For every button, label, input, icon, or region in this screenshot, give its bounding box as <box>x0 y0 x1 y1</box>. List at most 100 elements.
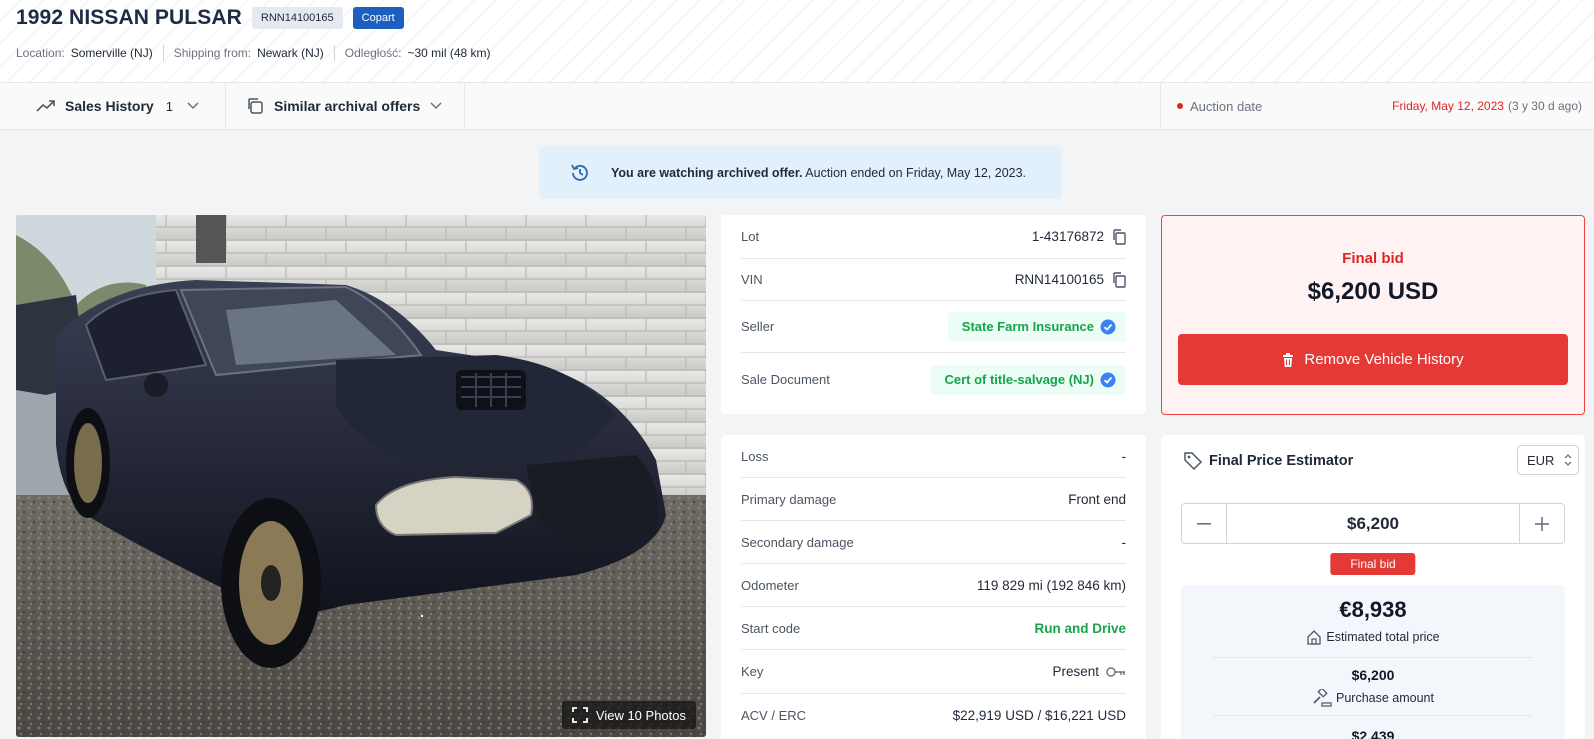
vin-row: VIN RNN14100165 <box>741 259 1126 301</box>
tab-sales-history[interactable]: Sales History 1 <box>0 83 226 129</box>
home-icon <box>1307 630 1322 645</box>
divider <box>162 45 164 61</box>
key-icon <box>1106 666 1125 677</box>
copy-icon[interactable] <box>1112 271 1126 288</box>
stepper-value[interactable]: $6,200 <box>1226 504 1520 543</box>
seller-value: State Farm Insurance <box>961 319 1094 334</box>
lot-label: Lot <box>741 229 760 244</box>
decrement-button[interactable] <box>1182 504 1226 543</box>
sale-document-value: Cert of title-salvage (NJ) <box>944 372 1094 387</box>
plus-icon <box>1535 516 1549 531</box>
view-photos-button[interactable]: View 10 Photos <box>561 701 696 729</box>
notice-bold: You are watching archived offer. <box>611 165 803 180</box>
auction-date-box: Auction date Friday, May 12, 2023 (3 y 30… <box>1160 83 1594 129</box>
divider <box>1213 715 1533 716</box>
start-code-row: Start code Run and Drive <box>741 607 1126 650</box>
history-icon <box>571 164 588 181</box>
auction-ago: (3 y 30 d ago) <box>1507 99 1582 113</box>
secondary-damage-row: Secondary damage - <box>741 521 1126 564</box>
loss-row: Loss - <box>741 435 1126 478</box>
chevron-updown-icon <box>1564 454 1572 466</box>
auction-date-label: Auction date <box>1190 98 1263 114</box>
chevron-down-icon <box>187 102 199 110</box>
start-code-label: Start code <box>741 620 801 636</box>
shipping-label: Shipping from: <box>173 46 252 60</box>
primary-damage-value: Front end <box>1068 491 1126 507</box>
acv-value: $22,919 USD / $16,221 USD <box>952 708 1126 723</box>
vin-chip[interactable]: RNN14100165 <box>251 7 343 29</box>
trending-up-icon <box>36 100 55 112</box>
location-row: Location: Somerville (NJ) Shipping from:… <box>16 45 491 61</box>
divider <box>333 45 335 61</box>
tab-similar-offers[interactable]: Similar archival offers <box>226 83 465 129</box>
distance-value: ~30 mil (48 km) <box>407 46 491 60</box>
estimator-title-text: Final Price Estimator <box>1209 453 1354 469</box>
vin-number: RNN14100165 <box>1014 272 1104 287</box>
sales-history-count: 1 <box>165 98 173 114</box>
currency-value: EUR <box>1527 452 1555 468</box>
auction-date-value: Friday, May 12, 2023 (3 y 30 d ago) <box>1392 99 1582 113</box>
status-dot <box>1177 103 1183 109</box>
acv-row: ACV / ERC $22,919 USD / $16,221 USD <box>741 694 1126 737</box>
verified-icon <box>1100 319 1116 334</box>
view-photos-label: View 10 Photos <box>595 707 686 723</box>
vin-label: VIN <box>741 272 763 287</box>
source-chip[interactable]: Copart <box>352 7 404 29</box>
sale-document-row: Sale Document Cert of title-salvage (NJ) <box>741 353 1126 406</box>
seller-row: Seller State Farm Insurance <box>741 301 1126 353</box>
primary-damage-row: Primary damage Front end <box>741 478 1126 521</box>
key-row: Key Present <box>741 650 1126 694</box>
key-label: Key <box>741 664 764 679</box>
tab-sales-history-label: Sales History <box>65 98 154 114</box>
bid-stepper: $6,200 <box>1181 503 1565 544</box>
car-image <box>16 215 706 737</box>
loss-value: - <box>1121 448 1127 464</box>
final-bid-badge: Final bid <box>1330 553 1416 575</box>
estimator-title: Final Price Estimator <box>1183 451 1353 471</box>
final-bid-card: Final bid $6,200 USD Remove Vehicle Hist… <box>1161 215 1585 415</box>
shipping-value: Newark (NJ) <box>257 46 324 60</box>
archived-notice: You are watching archived offer. Auction… <box>539 146 1062 199</box>
final-bid-label: Final bid <box>1342 250 1404 267</box>
page-header: 1992 NISSAN PULSAR RNN14100165 Copart Lo… <box>0 0 1594 83</box>
estimated-total-label-row: Estimated total price <box>1181 629 1565 645</box>
remove-vehicle-history-button[interactable]: Remove Vehicle History <box>1178 334 1568 385</box>
currency-select[interactable]: EUR <box>1517 445 1579 475</box>
odometer-value: 119 829 mi (192 846 km) <box>976 577 1126 593</box>
location-label: Location: <box>16 46 65 60</box>
title-row: 1992 NISSAN PULSAR RNN14100165 Copart <box>16 6 404 30</box>
lot-info-card: Lot 1-43176872 VIN RNN14100165 Seller St… <box>721 215 1146 414</box>
trash-icon <box>1283 352 1294 367</box>
tab-similar-offers-label: Similar archival offers <box>274 98 421 114</box>
start-code-value: Run and Drive <box>1034 620 1126 636</box>
seller-pill[interactable]: State Farm Insurance <box>947 311 1126 342</box>
sale-document-label: Sale Document <box>741 372 830 387</box>
purchase-amount-label: Purchase amount <box>1336 691 1434 705</box>
lot-value: 1-43176872 <box>1032 228 1126 245</box>
loss-label: Loss <box>741 448 769 464</box>
final-bid-amount: $6,200 USD <box>1307 278 1439 305</box>
copy-icon[interactable] <box>1112 228 1126 245</box>
sale-document-pill[interactable]: Cert of title-salvage (NJ) <box>930 364 1126 395</box>
chevron-down-icon <box>430 102 442 110</box>
remove-vehicle-history-label: Remove Vehicle History <box>1304 351 1464 368</box>
minus-icon <box>1197 522 1211 525</box>
secondary-damage-label: Secondary damage <box>741 534 854 550</box>
copy-icon <box>248 98 263 114</box>
gavel-icon <box>1313 689 1332 707</box>
acv-label: ACV / ERC <box>741 708 807 723</box>
seller-label: Seller <box>741 319 775 334</box>
estimated-total: €8,938 <box>1339 597 1407 622</box>
increment-button[interactable] <box>1520 504 1564 543</box>
tabs-bar: Sales History 1 Similar archival offers … <box>0 83 1594 130</box>
key-status: Present <box>1052 664 1099 679</box>
location-value: Somerville (NJ) <box>70 46 153 60</box>
final-price-estimator: Final Price Estimator EUR $6,200 Final b… <box>1161 435 1585 739</box>
secondary-damage-value: - <box>1121 534 1127 550</box>
key-value: Present <box>1052 664 1126 679</box>
vehicle-photo[interactable]: View 10 Photos <box>16 215 706 737</box>
next-fee-value: $2,439 <box>1351 728 1395 739</box>
fullscreen-icon <box>571 707 588 723</box>
divider <box>1213 657 1533 658</box>
distance-label: Odległość: <box>344 46 402 60</box>
